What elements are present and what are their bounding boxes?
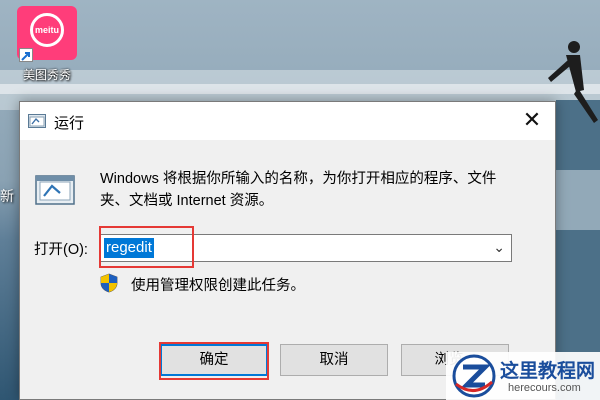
cancel-button[interactable]: 取消 <box>280 344 388 376</box>
meitu-app-icon: meitu <box>17 6 77 62</box>
watermark-title: 这里教程网 <box>500 360 596 382</box>
desktop-icon-partial-label: 新 <box>0 188 14 204</box>
chevron-down-icon[interactable]: ⌄ <box>493 239 505 256</box>
title-bar[interactable]: 运行 ✕ <box>20 102 555 140</box>
run-program-icon <box>35 175 75 205</box>
watermark-url: herecours.com <box>508 382 581 394</box>
admin-note: 使用管理权限创建此任务。 <box>131 278 305 294</box>
open-label: 打开(O): <box>34 242 88 258</box>
shortcut-arrow-icon <box>19 48 33 62</box>
dialog-title: 运行 <box>54 115 85 132</box>
open-combobox[interactable]: regedit ⌄ <box>100 234 512 262</box>
meitu-logo-badge: meitu <box>30 13 64 47</box>
dialog-description: Windows 将根据你所输入的名称，为你打开相应的程序、文件夹、文档或 Int… <box>100 171 497 209</box>
uac-shield-icon <box>100 273 118 293</box>
desktop-icon-meitu[interactable]: meitu 美图秀秀 <box>14 6 80 83</box>
run-app-icon <box>28 114 46 128</box>
watermark-logo-icon <box>452 354 496 398</box>
desktop-icon-label: 美图秀秀 <box>22 68 71 82</box>
close-button[interactable]: ✕ <box>509 102 555 140</box>
site-watermark: 这里教程网 herecours.com <box>446 352 600 400</box>
ok-button[interactable]: 确定 <box>160 344 268 376</box>
open-input-value[interactable]: regedit <box>104 238 154 258</box>
